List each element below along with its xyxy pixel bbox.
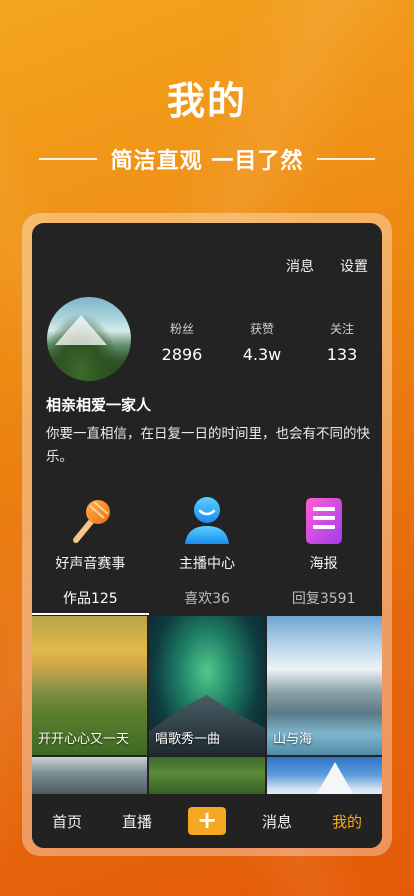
feature-label: 好声音赛事 — [55, 556, 126, 572]
stat-likes[interactable]: 获赞 4.3w — [222, 320, 302, 364]
profile-screen: 消息 设置 粉丝 2896 获赞 4.3w 关注 133 相亲相爱一家人 你要一… — [32, 223, 382, 848]
work-tile[interactable]: 山与海 — [267, 616, 382, 755]
nav-messages[interactable]: 消息 — [242, 811, 312, 832]
messages-link[interactable]: 消息 — [286, 256, 314, 276]
work-caption: 唱歌秀一曲 — [155, 732, 221, 747]
stat-label: 获赞 — [249, 322, 274, 336]
nav-live[interactable]: 直播 — [102, 811, 172, 832]
feature-poster[interactable]: 海报 — [265, 496, 382, 573]
stat-fans[interactable]: 粉丝 2896 — [142, 320, 222, 364]
work-tile[interactable] — [32, 757, 147, 797]
divider-left — [38, 158, 97, 160]
stat-value: 4.3w — [242, 345, 282, 364]
divider-right — [317, 158, 376, 160]
feature-label: 海报 — [309, 556, 338, 572]
work-tile[interactable]: 唱歌秀一曲 — [149, 616, 265, 755]
feature-singing-contest[interactable]: 好声音赛事 — [32, 496, 149, 573]
publish-button[interactable]: + — [188, 807, 226, 835]
feature-row: 好声音赛事 主播中心 海报 — [32, 496, 382, 573]
bio-text: 你要一直相信，在日复一日的时间里，也会有不同的快乐。 — [46, 426, 370, 465]
stat-following[interactable]: 关注 133 — [302, 320, 382, 364]
header-links: 消息 设置 — [286, 256, 368, 276]
promo-subtitle-row: 简洁直观 一目了然 — [0, 143, 414, 175]
stat-label: 粉丝 — [169, 322, 194, 336]
work-tile[interactable] — [267, 757, 382, 797]
settings-link[interactable]: 设置 — [340, 256, 368, 276]
nickname: 相亲相爱一家人 — [46, 396, 152, 414]
microphone-icon — [32, 496, 149, 546]
stat-value: 133 — [326, 345, 358, 364]
nav-home[interactable]: 首页 — [32, 811, 102, 832]
work-caption: 山与海 — [273, 732, 313, 747]
stat-value: 2896 — [161, 345, 203, 364]
stat-label: 关注 — [329, 322, 354, 336]
avatar[interactable] — [47, 297, 131, 381]
nav-plus-wrap: + — [172, 807, 242, 835]
anchor-user-icon — [149, 496, 266, 546]
tab-likes[interactable]: 喜欢36 — [149, 585, 266, 617]
profile-stats: 粉丝 2896 获赞 4.3w 关注 133 — [142, 320, 382, 364]
poster-icon — [265, 496, 382, 546]
promo-title: 我的 — [166, 79, 247, 123]
work-tile[interactable]: 开开心心又一天 — [32, 616, 147, 755]
content-tabs: 作品125 喜欢36 回复3591 — [32, 585, 382, 617]
work-caption: 开开心心又一天 — [38, 732, 130, 747]
bottom-nav: 首页 直播 + 消息 我的 — [32, 794, 382, 848]
work-tile[interactable] — [149, 757, 265, 797]
promo-subtitle: 简洁直观 一目了然 — [110, 149, 304, 174]
tab-works[interactable]: 作品125 — [32, 585, 149, 617]
feature-anchor-center[interactable]: 主播中心 — [149, 496, 266, 573]
tab-replies[interactable]: 回复3591 — [265, 585, 382, 617]
nav-me[interactable]: 我的 — [312, 811, 382, 832]
feature-label: 主播中心 — [179, 556, 235, 572]
